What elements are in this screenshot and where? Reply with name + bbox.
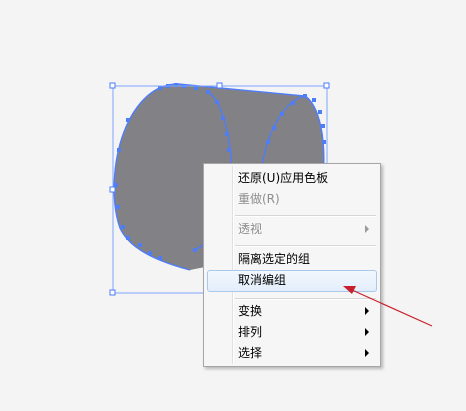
anchor-point[interactable] [148, 251, 152, 255]
anchor-point[interactable] [312, 98, 316, 102]
anchor-point[interactable] [266, 140, 270, 144]
anchor-point[interactable] [215, 100, 219, 104]
menu-separator [235, 215, 376, 217]
menu-item-redo[interactable]: 重做(R) [207, 189, 377, 209]
anchor-point[interactable] [321, 124, 325, 128]
anchor-point[interactable] [206, 90, 210, 94]
anchor-point[interactable] [193, 248, 197, 252]
anchor-point[interactable] [272, 126, 276, 130]
anchor-point[interactable] [126, 236, 130, 240]
anchor-point[interactable] [158, 256, 162, 260]
menu-separator [235, 245, 376, 247]
menu-item-label: 排列 [238, 325, 263, 339]
menu-item-transform[interactable]: 变换 [207, 301, 377, 321]
context-menu[interactable]: 还原(U)应用色板 重做(R) 透视 隔离选定的组 取消编组 变换 排列 选择 [203, 163, 381, 367]
menu-separator [235, 298, 376, 300]
menu-item-select[interactable]: 选择 [207, 343, 377, 363]
bbox-handle-top-center[interactable] [216, 82, 223, 89]
submenu-arrow-icon [365, 349, 369, 357]
anchor-point[interactable] [280, 112, 284, 116]
anchor-point[interactable] [318, 110, 322, 114]
anchor-point[interactable] [158, 86, 162, 90]
menu-item-label: 隔离选定的组 [238, 252, 311, 266]
menu-item-arrange[interactable]: 排列 [207, 322, 377, 342]
menu-item-isolate-group[interactable]: 隔离选定的组 [207, 249, 377, 269]
menu-item-label: 还原(U)应用色板 [238, 171, 329, 185]
bbox-handle-top-left[interactable] [109, 82, 116, 89]
anchor-point[interactable] [121, 225, 125, 229]
menu-item-ungroup[interactable]: 取消编组 [207, 270, 377, 292]
anchor-point[interactable] [291, 101, 295, 105]
anchor-point[interactable] [117, 148, 121, 152]
menu-item-label: 重做(R) [238, 192, 280, 206]
menu-item-label: 取消编组 [238, 273, 287, 287]
submenu-arrow-icon [365, 307, 369, 315]
anchor-point[interactable] [138, 243, 142, 247]
menu-item-label: 变换 [238, 304, 263, 318]
menu-item-perspective[interactable]: 透视 [207, 219, 377, 239]
anchor-point[interactable] [221, 116, 225, 120]
submenu-arrow-icon [365, 225, 369, 233]
anchor-point[interactable] [225, 132, 229, 136]
bbox-handle-mid-left[interactable] [109, 186, 116, 193]
menu-item-label: 选择 [238, 346, 263, 360]
anchor-point[interactable] [116, 205, 120, 209]
anchor-point[interactable] [126, 118, 130, 122]
menu-item-undo-apply-swatch[interactable]: 还原(U)应用色板 [207, 168, 377, 188]
anchor-point[interactable] [322, 140, 326, 144]
bbox-handle-top-right[interactable] [323, 82, 330, 89]
anchor-point[interactable] [194, 86, 198, 90]
anchor-point[interactable] [303, 94, 307, 98]
bbox-handle-bottom-left[interactable] [109, 289, 116, 296]
anchor-point[interactable] [114, 183, 118, 187]
menu-item-label: 透视 [238, 222, 263, 236]
anchor-point[interactable] [227, 148, 231, 152]
submenu-arrow-icon [365, 328, 369, 336]
